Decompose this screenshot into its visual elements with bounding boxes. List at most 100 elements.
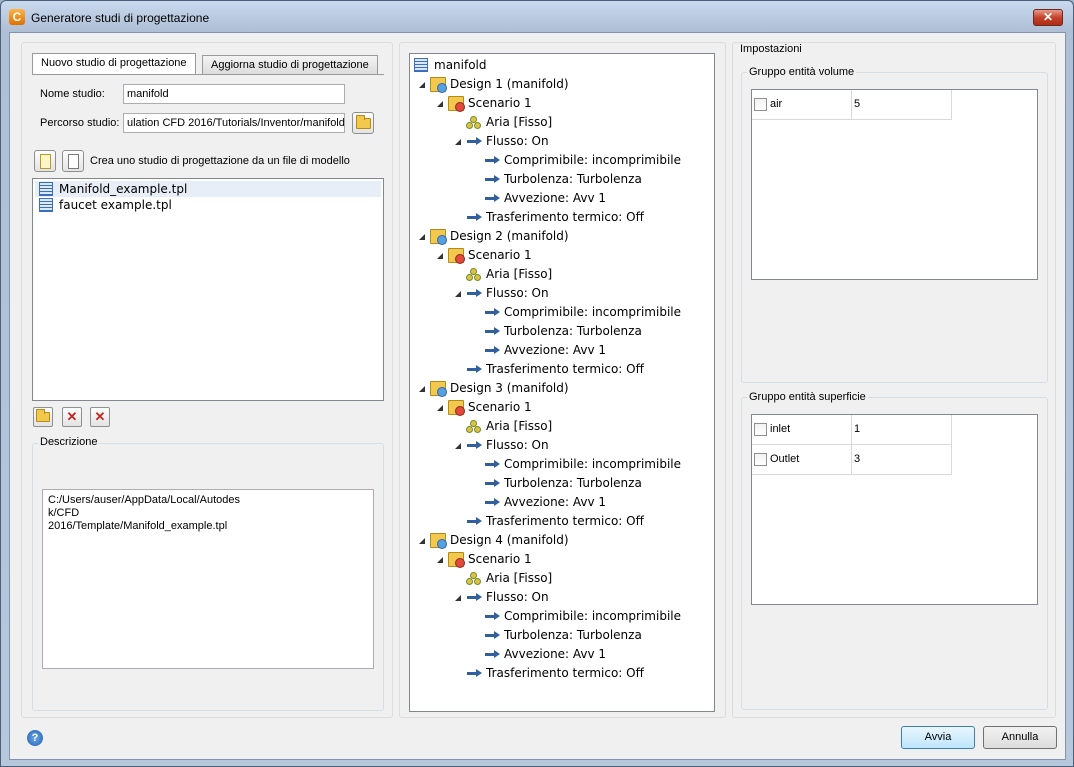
tree-node-label: Trasferimento termico: Off bbox=[486, 514, 644, 528]
tree-design-node[interactable]: Design 1 (manifold) bbox=[410, 75, 714, 94]
delete-template-button[interactable]: ✕ bbox=[62, 407, 82, 427]
tree-material-node[interactable]: Aria [Fisso] bbox=[410, 113, 714, 132]
folder-icon bbox=[36, 409, 50, 422]
open-template-button[interactable] bbox=[33, 407, 53, 427]
template-list[interactable]: Manifold_example.tpl faucet example.tpl bbox=[32, 178, 384, 401]
volume-checkbox[interactable] bbox=[754, 98, 767, 111]
tree-node-label: Flusso: On bbox=[486, 590, 549, 604]
tree-flow-setting-node[interactable]: Turbolenza: Turbolenza bbox=[410, 322, 714, 341]
arrow-right-icon bbox=[484, 609, 500, 624]
title-bar[interactable]: C Generatore studi di progettazione ✕ bbox=[1, 1, 1073, 31]
tree-heat-node[interactable]: Trasferimento termico: Off bbox=[410, 664, 714, 683]
tree-node-label: Aria [Fisso] bbox=[486, 115, 553, 129]
tree-node-label: Avvezione: Avv 1 bbox=[504, 343, 607, 357]
tab-new-study[interactable]: Nuovo studio di progettazione bbox=[32, 53, 196, 75]
expand-arrow-icon[interactable] bbox=[437, 405, 443, 411]
study-path-input[interactable]: ulation CFD 2016/Tutorials/Inventor/mani… bbox=[123, 113, 345, 133]
expand-arrow-icon[interactable] bbox=[437, 101, 443, 107]
expand-arrow-icon[interactable] bbox=[419, 538, 425, 544]
tree-material-node[interactable]: Aria [Fisso] bbox=[410, 265, 714, 284]
blank-document-icon bbox=[68, 154, 79, 169]
tree-flow-node[interactable]: Flusso: On bbox=[410, 588, 714, 607]
tree-node-label: Comprimibile: incomprimibile bbox=[504, 153, 681, 167]
cancel-button[interactable]: Annulla bbox=[983, 726, 1057, 749]
tree-heat-node[interactable]: Trasferimento termico: Off bbox=[410, 208, 714, 227]
tree-scenario-node[interactable]: Scenario 1 bbox=[410, 94, 714, 113]
expand-arrow-icon[interactable] bbox=[455, 443, 461, 449]
expand-arrow-icon[interactable] bbox=[455, 291, 461, 297]
create-from-model-label: Crea uno studio di progettazione da un f… bbox=[90, 155, 350, 167]
tree-material-node[interactable]: Aria [Fisso] bbox=[410, 569, 714, 588]
expand-arrow-icon[interactable] bbox=[455, 139, 461, 145]
tree-flow-setting-node[interactable]: Comprimibile: incomprimibile bbox=[410, 151, 714, 170]
tree-scenario-node[interactable]: Scenario 1 bbox=[410, 398, 714, 417]
arrow-right-icon bbox=[484, 172, 500, 187]
tree-heat-node[interactable]: Trasferimento termico: Off bbox=[410, 360, 714, 379]
tree-flow-setting-node[interactable]: Avvezione: Avv 1 bbox=[410, 341, 714, 360]
surface-checkbox[interactable] bbox=[754, 453, 767, 466]
volume-grid[interactable]: air 5 bbox=[751, 89, 1038, 280]
delete-all-templates-button[interactable]: ✕ bbox=[90, 407, 110, 427]
tree-root[interactable]: manifold bbox=[410, 56, 714, 75]
volume-value-cell[interactable]: 5 bbox=[852, 90, 952, 120]
tree-flow-setting-node[interactable]: Comprimibile: incomprimibile bbox=[410, 455, 714, 474]
volume-name-cell[interactable]: air bbox=[752, 90, 852, 120]
expand-arrow-icon[interactable] bbox=[419, 234, 425, 240]
expand-arrow-icon[interactable] bbox=[419, 82, 425, 88]
tree-scenario-node[interactable]: Scenario 1 bbox=[410, 550, 714, 569]
help-icon[interactable]: ? bbox=[27, 730, 43, 746]
tree-node-label: Trasferimento termico: Off bbox=[486, 362, 644, 376]
app-logo-icon: C bbox=[9, 9, 25, 25]
browse-folder-button[interactable] bbox=[352, 112, 374, 134]
tree-material-node[interactable]: Aria [Fisso] bbox=[410, 417, 714, 436]
tree-scenario-node[interactable]: Scenario 1 bbox=[410, 246, 714, 265]
list-item[interactable]: faucet example.tpl bbox=[35, 197, 381, 213]
tree-flow-setting-node[interactable]: Comprimibile: incomprimibile bbox=[410, 303, 714, 322]
tree-heat-node[interactable]: Trasferimento termico: Off bbox=[410, 512, 714, 531]
design-tree[interactable]: manifold Design 1 (manifold) Scenario 1 Ari… bbox=[409, 53, 715, 712]
arrow-right-icon bbox=[484, 324, 500, 339]
tree-node-label: Avvezione: Avv 1 bbox=[504, 495, 607, 509]
tab-update-study[interactable]: Aggiorna studio di progettazione bbox=[202, 55, 378, 75]
surface-checkbox[interactable] bbox=[754, 423, 767, 436]
surface-grid[interactable]: inlet 1 Outlet 3 bbox=[751, 414, 1038, 605]
surface-value-cell[interactable]: 3 bbox=[852, 445, 952, 475]
tree-design-node[interactable]: Design 3 (manifold) bbox=[410, 379, 714, 398]
tree-flow-setting-node[interactable]: Turbolenza: Turbolenza bbox=[410, 170, 714, 189]
dialog-window: C Generatore studi di progettazione ✕ Nu… bbox=[0, 0, 1074, 767]
tree-flow-setting-node[interactable]: Avvezione: Avv 1 bbox=[410, 189, 714, 208]
surface-name: inlet bbox=[770, 423, 791, 435]
tree-design-node[interactable]: Design 2 (manifold) bbox=[410, 227, 714, 246]
surface-name-cell[interactable]: Outlet bbox=[752, 445, 852, 475]
tree-flow-node[interactable]: Flusso: On bbox=[410, 284, 714, 303]
tree-node-label: manifold bbox=[434, 58, 487, 72]
tree-design-node[interactable]: Design 4 (manifold) bbox=[410, 531, 714, 550]
surface-name-cell[interactable]: inlet bbox=[752, 415, 852, 445]
tree-flow-setting-node[interactable]: Turbolenza: Turbolenza bbox=[410, 626, 714, 645]
tree-node-label: Trasferimento termico: Off bbox=[486, 666, 644, 680]
tree-flow-node[interactable]: Flusso: On bbox=[410, 132, 714, 151]
expand-arrow-icon[interactable] bbox=[419, 386, 425, 392]
tree-node-label: Turbolenza: Turbolenza bbox=[504, 476, 642, 490]
tree-node-label: Avvezione: Avv 1 bbox=[504, 647, 607, 661]
tree-node-label: Turbolenza: Turbolenza bbox=[504, 172, 642, 186]
tree-flow-node[interactable]: Flusso: On bbox=[410, 436, 714, 455]
tree-flow-setting-node[interactable]: Avvezione: Avv 1 bbox=[410, 493, 714, 512]
close-button[interactable]: ✕ bbox=[1033, 9, 1063, 26]
settings-title: Impostazioni bbox=[738, 43, 804, 55]
tree-flow-setting-node[interactable]: Avvezione: Avv 1 bbox=[410, 645, 714, 664]
tree-flow-setting-node[interactable]: Turbolenza: Turbolenza bbox=[410, 474, 714, 493]
expand-arrow-icon[interactable] bbox=[437, 557, 443, 563]
new-from-template-button[interactable] bbox=[34, 150, 56, 172]
tree-flow-setting-node[interactable]: Comprimibile: incomprimibile bbox=[410, 607, 714, 626]
expand-arrow-icon[interactable] bbox=[437, 253, 443, 259]
description-text[interactable]: C:/Users/auser/AppData/Local/Autodes k/C… bbox=[42, 489, 374, 669]
list-item[interactable]: Manifold_example.tpl bbox=[35, 181, 381, 197]
tree-node-label: Design 3 (manifold) bbox=[450, 381, 569, 395]
run-button[interactable]: Avvia bbox=[901, 726, 975, 749]
new-from-model-button[interactable] bbox=[62, 150, 84, 172]
expand-arrow-icon[interactable] bbox=[455, 595, 461, 601]
study-name-label: Nome studio: bbox=[40, 88, 105, 100]
surface-value-cell[interactable]: 1 bbox=[852, 415, 952, 445]
study-name-input[interactable]: manifold bbox=[123, 84, 345, 104]
